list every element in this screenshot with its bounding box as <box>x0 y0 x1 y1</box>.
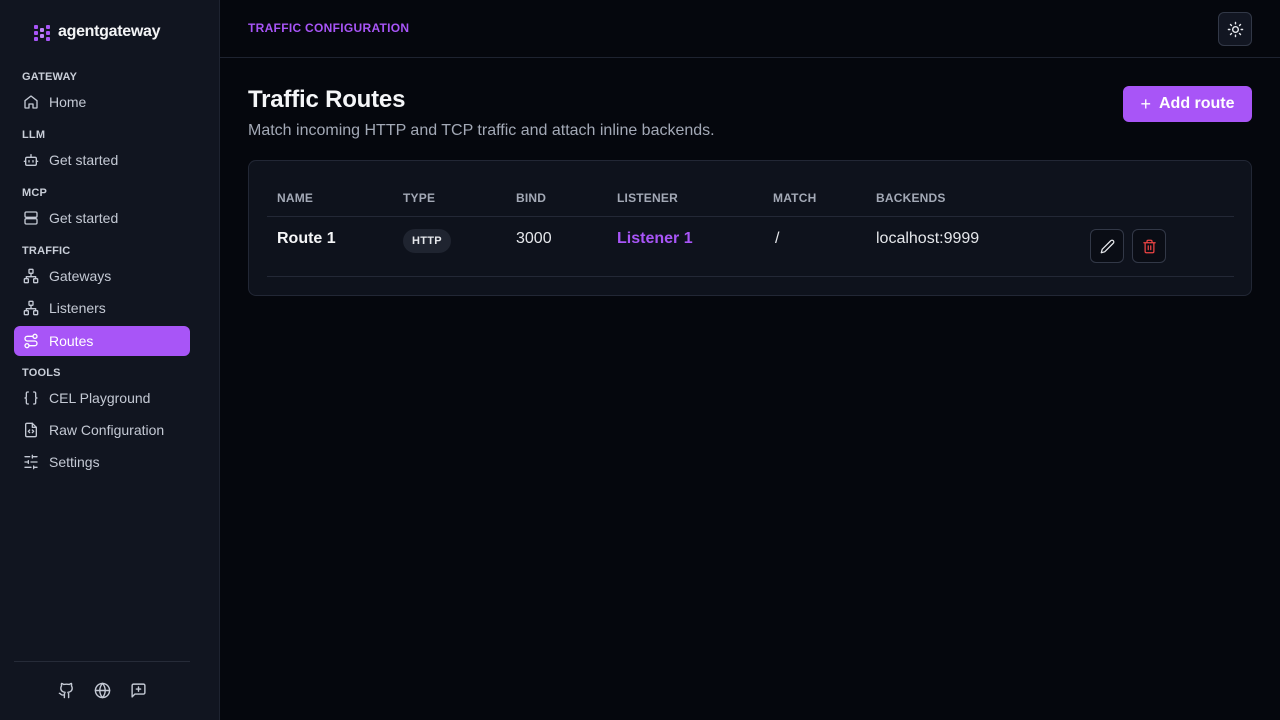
column-header-type: TYPE <box>403 191 436 205</box>
sidebar-item-label: Listeners <box>49 300 106 316</box>
route-listener-link[interactable]: Listener 1 <box>617 230 693 248</box>
sidebar-item-settings[interactable]: Settings <box>14 447 190 477</box>
column-header-backends: BACKENDS <box>876 191 946 205</box>
page-title: Traffic Routes <box>248 86 406 113</box>
sidebar-item-cel-playground[interactable]: CEL Playground <box>14 383 190 413</box>
file-code-icon <box>23 422 39 438</box>
section-label-mcp: MCP <box>22 187 48 199</box>
sidebar-item-label: Home <box>49 94 87 110</box>
plus-icon: + <box>1140 94 1151 114</box>
sidebar-item-label: Get started <box>49 210 119 226</box>
sidebar-item-mcp-get-started[interactable]: Get started <box>14 203 190 233</box>
breadcrumb: TRAFFIC CONFIGURATION <box>248 21 410 35</box>
header-divider <box>267 216 1234 217</box>
sidebar: agentgateway GATEWAY Home LLM Get starte… <box>0 0 220 720</box>
network-icon <box>23 300 39 316</box>
sidebar-item-home[interactable]: Home <box>14 87 190 117</box>
section-label-gateway: GATEWAY <box>22 71 78 83</box>
pencil-icon <box>1100 239 1114 253</box>
delete-route-button[interactable] <box>1132 229 1166 263</box>
sidebar-item-label: Raw Configuration <box>49 422 165 438</box>
app-logo[interactable]: agentgateway <box>32 21 161 43</box>
column-header-match: MATCH <box>773 191 817 205</box>
bot-icon <box>23 152 39 168</box>
sun-icon <box>1227 21 1243 37</box>
page-subtitle: Match incoming HTTP and TCP traffic and … <box>248 122 715 139</box>
sidebar-item-llm-get-started[interactable]: Get started <box>14 145 190 175</box>
github-icon[interactable] <box>57 681 75 699</box>
sidebar-item-gateways[interactable]: Gateways <box>14 261 190 291</box>
theme-toggle-button[interactable] <box>1218 12 1252 46</box>
sidebar-item-raw-configuration[interactable]: Raw Configuration <box>14 415 190 445</box>
route-icon <box>23 333 39 349</box>
edit-route-button[interactable] <box>1090 229 1124 263</box>
sidebar-item-label: CEL Playground <box>49 390 151 406</box>
globe-icon[interactable] <box>93 681 111 699</box>
add-route-label: Add route <box>1158 95 1235 112</box>
route-name: Route 1 <box>277 230 336 247</box>
section-label-llm: LLM <box>22 129 46 141</box>
top-bar: TRAFFIC CONFIGURATION <box>220 0 1280 58</box>
sidebar-divider <box>14 661 190 662</box>
route-backends: localhost:9999 <box>876 230 980 247</box>
route-bind: 3000 <box>516 230 552 247</box>
sliders-icon <box>23 454 39 470</box>
trash-icon <box>1142 239 1156 253</box>
sidebar-item-listeners[interactable]: Listeners <box>14 293 190 323</box>
server-icon <box>23 210 39 226</box>
network-icon <box>23 268 39 284</box>
sidebar-item-label: Get started <box>49 152 119 168</box>
route-match: / <box>775 230 780 247</box>
column-header-name: NAME <box>277 191 314 205</box>
sidebar-item-label: Settings <box>49 454 100 470</box>
braces-icon <box>23 390 39 406</box>
app-name: agentgateway <box>58 23 161 40</box>
sidebar-item-routes[interactable]: Routes <box>14 326 190 356</box>
home-icon <box>23 94 39 110</box>
feedback-icon[interactable] <box>129 681 147 699</box>
routes-table: NAME TYPE BIND LISTENER MATCH BACKENDS R… <box>248 160 1252 296</box>
section-label-traffic: TRAFFIC <box>22 245 71 257</box>
section-label-tools: TOOLS <box>22 367 61 379</box>
sidebar-item-label: Gateways <box>49 268 112 284</box>
column-header-bind: BIND <box>516 191 547 205</box>
row-divider <box>267 276 1234 277</box>
route-type-badge: HTTP <box>403 229 451 253</box>
column-header-listener: LISTENER <box>617 191 678 205</box>
sidebar-item-label: Routes <box>49 333 94 349</box>
add-route-button[interactable]: + Add route <box>1123 86 1252 122</box>
logo-icon <box>34 25 50 41</box>
